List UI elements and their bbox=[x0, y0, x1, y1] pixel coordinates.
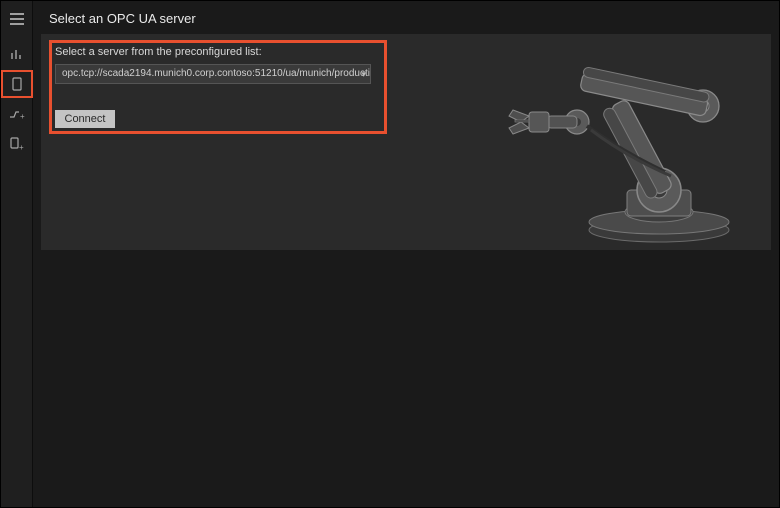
menu-icon bbox=[9, 12, 25, 26]
add-device-icon: + bbox=[10, 137, 24, 151]
config-icon: + bbox=[9, 108, 25, 120]
server-select-label: Select a server from the preconfigured l… bbox=[55, 46, 371, 58]
connect-button[interactable]: Connect bbox=[55, 110, 115, 128]
sidebar: + + bbox=[1, 1, 33, 507]
server-select[interactable]: opc.tcp://scada2194.munich0.corp.contoso… bbox=[55, 64, 371, 84]
empty-lower-area bbox=[33, 258, 779, 507]
chevron-down-icon: ▾ bbox=[361, 65, 366, 83]
svg-text:+: + bbox=[20, 112, 25, 120]
main-area: Select an OPC UA server Select a server … bbox=[33, 1, 779, 507]
sidebar-item-dashboard[interactable] bbox=[3, 42, 31, 66]
device-icon bbox=[12, 77, 22, 91]
server-select-value: opc.tcp://scada2194.munich0.corp.contoso… bbox=[62, 68, 371, 79]
chart-icon bbox=[10, 48, 24, 60]
page-title: Select an OPC UA server bbox=[33, 1, 779, 34]
app-root: + + Select an OPC UA server Select a ser… bbox=[1, 1, 779, 507]
sidebar-item-add-device[interactable]: + bbox=[3, 132, 31, 156]
svg-text:+: + bbox=[19, 143, 24, 151]
sidebar-item-config[interactable]: + bbox=[3, 102, 31, 126]
content-panel: Select a server from the preconfigured l… bbox=[41, 34, 771, 250]
server-form: Select a server from the preconfigured l… bbox=[41, 34, 385, 250]
robot-arm-illustration bbox=[469, 40, 759, 244]
hamburger-menu[interactable] bbox=[3, 5, 31, 33]
sidebar-item-server[interactable] bbox=[3, 72, 31, 96]
